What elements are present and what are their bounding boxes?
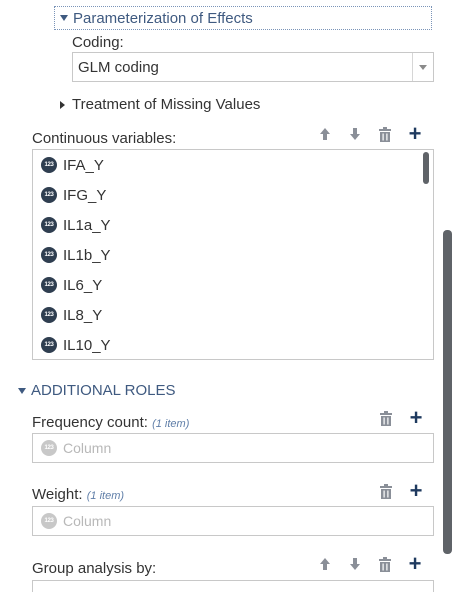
trash-icon[interactable] [371,481,401,501]
panel-scrollbar[interactable] [443,230,452,554]
weight-label: Weight: (1 item) [32,486,124,503]
arrow-down-icon[interactable] [340,554,370,574]
variable-label: IL1b_Y [63,246,111,264]
list-item[interactable]: 123 IFG_Y [33,180,433,210]
arrow-down-icon[interactable] [340,124,370,144]
coding-label: Coding: [72,34,124,51]
list-item[interactable]: 123 IL8_Y [33,300,433,330]
numeric-badge-icon: 123 [41,337,57,353]
additional-roles-header[interactable]: ADDITIONAL ROLES [18,382,175,399]
expand-triangle-icon [18,387,26,394]
variable-label: IL8_Y [63,306,103,324]
missing-values-label: Treatment of Missing Values [72,96,261,113]
arrow-up-icon[interactable] [310,124,340,144]
frequency-item-count: (1 item) [152,418,190,430]
frequency-label-text: Frequency count: [32,414,148,431]
list-item[interactable]: 123 IL10_Y [33,330,433,359]
numeric-badge-icon: 123 [41,187,57,203]
coding-select[interactable]: GLM coding [72,52,434,82]
additional-roles-label: ADDITIONAL ROLES [31,382,176,399]
parameterization-label: Parameterization of Effects [73,9,253,27]
weight-placeholder: Column [63,513,112,529]
continuous-variables-list[interactable]: 123 IFA_Y 123 IFG_Y 123 IL1a_Y 123 IL1b_Y 123 IL6… [32,149,434,360]
collapse-triangle-icon [60,100,65,109]
trash-icon[interactable] [370,554,400,574]
variable-label: IL1a_Y [63,216,111,234]
task-options-panel: Parameterization of Effects Coding: GLM … [0,0,467,592]
numeric-badge-icon: 123 [41,217,57,233]
variable-label: IFG_Y [63,186,107,204]
numeric-badge-icon: 123 [41,277,57,293]
list-item[interactable]: 123 IL6_Y [33,270,433,300]
group-analysis-dropzone[interactable] [32,580,434,592]
expand-triangle-icon [60,15,68,21]
coding-select-value: GLM coding [78,58,159,76]
parameterization-header[interactable]: Parameterization of Effects [54,6,432,30]
numeric-badge-icon: 123 [41,247,57,263]
variable-label: IL6_Y [63,276,103,294]
plus-icon[interactable]: + [401,478,431,503]
numeric-badge-icon: 123 [41,513,57,529]
plus-icon[interactable]: + [400,121,430,146]
group-toolbar: + [310,551,430,576]
trash-icon[interactable] [370,124,400,144]
continuous-variables-label: Continuous variables: [32,130,177,147]
list-scrollbar[interactable] [423,152,429,184]
list-item[interactable]: 123 IL1a_Y [33,210,433,240]
missing-values-header[interactable]: Treatment of Missing Values [60,96,260,113]
plus-icon[interactable]: + [400,551,430,576]
weight-toolbar: + [371,478,431,503]
weight-label-text: Weight: [32,486,83,503]
list-item[interactable]: 123 IL1b_Y [33,240,433,270]
arrow-up-icon[interactable] [310,554,340,574]
continuous-toolbar: + [310,121,430,146]
numeric-badge-icon: 123 [41,307,57,323]
group-analysis-label: Group analysis by: [32,560,157,577]
dropdown-arrow-icon[interactable] [412,53,433,81]
frequency-toolbar: + [371,405,431,430]
variable-label: IFA_Y [63,156,104,174]
frequency-placeholder: Column [63,440,112,456]
numeric-badge-icon: 123 [41,440,57,456]
weight-item-count: (1 item) [86,490,125,502]
numeric-badge-icon: 123 [41,157,57,173]
variable-label: IL10_Y [63,336,111,354]
list-item[interactable]: 123 IFA_Y [33,150,433,180]
frequency-count-dropzone[interactable]: 123 Column [32,433,434,463]
trash-icon[interactable] [371,408,401,428]
frequency-count-label: Frequency count: (1 item) [32,414,189,431]
weight-dropzone[interactable]: 123 Column [32,506,434,536]
plus-icon[interactable]: + [401,405,431,430]
